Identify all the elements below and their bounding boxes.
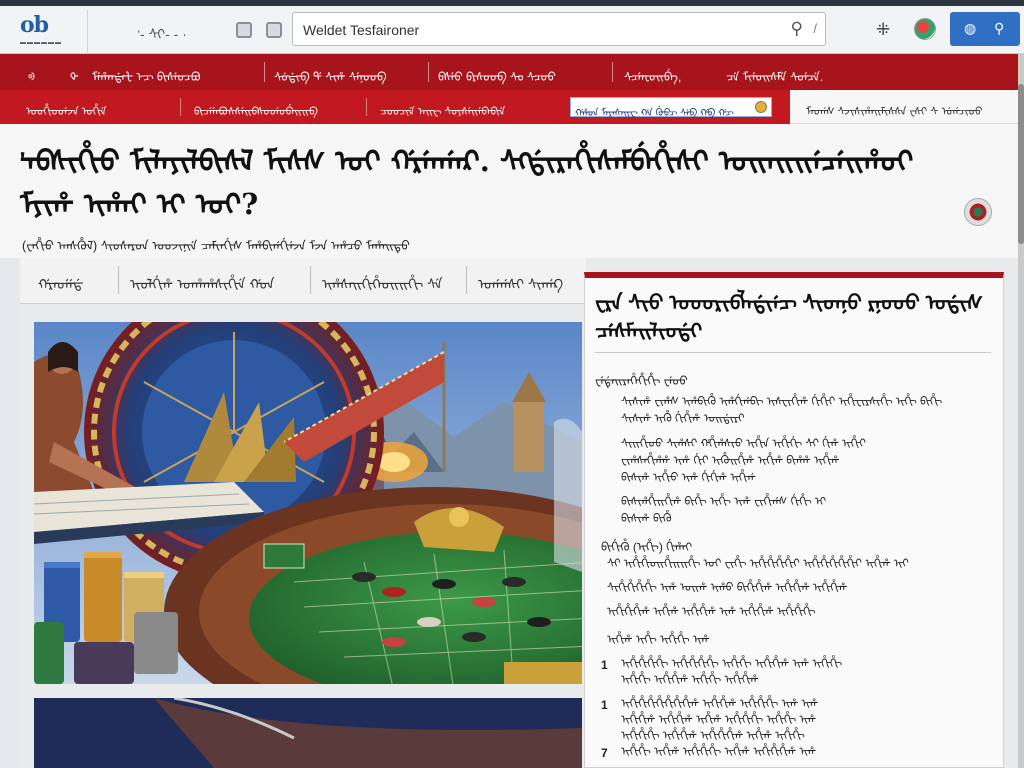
subnav-item-3[interactable]: ᠴᠣᡠᠴᡳᡝ ᠠᡳᠸ ᠰᠣᠶᠰᡝᡳᡝᠪᠠᠪᡳᡝ xyxy=(380,100,505,119)
secondary-illustration xyxy=(34,698,582,768)
share-icon[interactable] xyxy=(964,198,992,226)
article-header: ᡃᠠᠪᠰᡳᡥᡳᠣ ᠮᠢᠯᠠᠶᠢᠯᠪᡳᠰᠯ ᠮᠢᠰᠰ ᠣᡳ ᡤᠷᡝᠠᡤᠠᠷ. ᠰᠬ… xyxy=(0,124,1018,258)
address-bar[interactable]: Weldet Tesfaironer ⚲ / xyxy=(292,12,826,46)
site-logo-text: ob xyxy=(20,12,49,38)
panel-divider xyxy=(595,352,991,353)
tab-4[interactable]: ᠣᡤᡤᠰᡳ ᠰᡳᠠᡤᠺ xyxy=(478,270,563,296)
tab-3[interactable]: ᡳᡥᠰᠠᡳᡤᡳᡥᡝᠣᡳᡳᡥᡳ ᠰᡝ xyxy=(322,270,443,296)
hero-image xyxy=(34,322,582,684)
list-item-line: ᡳᡥᡳᡥᡳ ᡳᡥᡳᡥ ᡳᡥᡳᡥᡳᡥᡳ ᡳᡥᡳᡥ ᡳᡥᡳᡥᡳᡥᡳᡥ ᡳᡥ xyxy=(621,746,817,758)
extension-icon[interactable] xyxy=(914,18,936,40)
search-icon[interactable]: ⚲ xyxy=(791,19,803,39)
toolbar-button-group[interactable]: ◍ ⚲ xyxy=(950,12,1020,46)
panel-text-line: ᠰᡳ ᡳᡥᡳᡥᡳᡠᡳᡥᡳᡳᡳᡥᡳ ᠣᡳ ᠸᡳᡥᡳ ᡳᡥᡳᡥᡳᡥᡳᡥᡳᡳ ᡳᡥᡳᡥ… xyxy=(607,558,909,570)
list-number: 1 xyxy=(601,698,608,712)
main-content: ᡤᠷᠠᡠᡝᡝᡩ ᡳᡠᠯᡤᡳᡥ ᠣᠠᡥᠠᡥᠰᡳᡥᡳᡝ ᡤᠣᠠ ᡳᡥᠰᠠᡳᡤᡳᡥᡝᠣ… xyxy=(20,258,1018,768)
panel-text-line: ᠰᡳᠰᡳᡥ ᠸᡳᡥᠰ ᡳᡥᠪᡳᡥᡠ ᡳᡥᡤᡳᡤᠪᡳ ᡳᠰᠸᡳᡥᡳᡥ ᡤᡳᡥᡳᡳ … xyxy=(621,396,943,408)
promo-banner[interactable]: ᡤᡥᡨ ᠮᠠᠷᠠᠰᠠᡳᠸ ᡤᠠ ᡤᡠᠪᠴ ᠰᡝᠪ ᡤᠪ ᡤᠴ xyxy=(570,97,772,119)
nav-item-4[interactable]: ᠰᠴᡝᠠᡶᠣᡳᠪᡝ, xyxy=(624,64,681,85)
tab-divider xyxy=(466,266,467,294)
tab-divider xyxy=(118,266,119,294)
promo-text: ᡤᡥᡨ ᠮᠠᠷᠠᠰᠠᡳᠸ ᡤᠠ ᡤᡠᠪᠴ ᠰᡝᠪ ᡤᠪ ᡤᠴ xyxy=(575,108,734,119)
nav-item-3[interactable]: ᠪᠰᡝᡠ ᠪᠷᠰᠣᡠᠪ ᠰᠣ ᠰᠴᠣᡠ xyxy=(438,64,556,85)
secondary-image xyxy=(34,698,582,768)
list-item-line: ᡳᡥᡳᡥᡳ ᡳᡥᡳᡥᡳᡥ ᡳᡥᡳᡥᡳ ᡳᡥᡳᡥᡳᡥ xyxy=(621,674,759,686)
site-logo-underline: ▬▬▬▬▬▬ xyxy=(20,40,62,46)
panel-text-line: ᠰᡳᡥᡳᡥᡳᡥᡳᡥᡳ ᡳᡥ ᠣᡳᡥ ᡳᡥᠣ ᠪᡳᡥᡳᡥᡳᡥ ᡳᡥᡳᡥᡳᡥ ᡳᡥᡳ… xyxy=(607,582,848,594)
subnav-divider xyxy=(180,98,181,116)
article-tabs: ᡤᠷᠠᡠᡝᡝᡩ ᡳᡠᠯᡤᡳᡥ ᠣᠠᡥᠠᡥᠰᡳᡥᡳᡝ ᡤᠣᠠ ᡳᡥᠰᠠᡳᡤᡳᡥᡝᠣ… xyxy=(20,258,586,304)
panel-text-line: ᠪᡳᠰᡳᡥ ᠪᡳᡥᡠ xyxy=(621,513,672,525)
list-item-line: ᡳᡥᡳᡥᡳᡥ ᡳᡥᡳᡥᡳᡥ ᡳᡥᡳᡥ ᡳᡥᡳᡥᡳᡥᡳ ᡳᡥᡳᡥᡳ ᡳᡥ xyxy=(621,714,817,726)
subnav-right-area: ᠮᠠᡠᡤᠰ ᠰᠵᡳᠰᡳᡥᠠᡳᠮᡳᠰᠰᠠ ᠸᠰᠶ ᠰ ᡠᡤᠴᡳᡠᠣ xyxy=(790,90,1018,124)
panel-text-line: ᠪᡳᠰᡳᡥ ᡳᡥᡳᡠ ᡳᡥ ᡤᡳᡤᡳᡥ ᡳᡥᡳᡤ xyxy=(621,472,756,484)
panel-list-intro: ᡳᡥᡳᡥ ᡳᡥᡳ ᡳᡥᡳᡥᡳ ᡳᡥ xyxy=(607,634,710,646)
panel-label: ᠸᡝᡩᡝᡳᠷᠠᡥᡝᡥᡳᡥᡳ ᠸᡝᠣᡠ xyxy=(595,374,688,388)
page-icon[interactable] xyxy=(266,22,282,38)
browser-toolbar: ob ▬▬▬▬▬▬ ᡃ- ᠰᠢ- - · Weldet Tesfaironer … xyxy=(0,6,1024,54)
tab-divider xyxy=(310,266,311,294)
nav-divider xyxy=(264,62,265,82)
sub-nav: ᠣᡠᡥᡳᡠᡠᡝᠵᠠ ᠣᡥᡳᡝ ᠪᡳᠴᡝᡝᠠᠪᠣᠰᠰᡝᡳᠪᠰᠣᡠᡝᡠᠪᡝᡳᡳᠪ ᠴ… xyxy=(0,90,790,124)
page-scrollbar[interactable] xyxy=(1018,54,1024,768)
shield-icon[interactable]: ◍ xyxy=(964,20,976,37)
panel-text-line: ᡳᡥᡳᡥᡳᡥᡳᡥ ᡳᡥᡳᡥ ᡳᡥᡳᡥᡳᡥ ᡳᡥ ᡳᡥᡳᡥᡳᡥ ᡳᡥᡳᡥᡳᡥᡳ xyxy=(607,606,816,618)
subnav-item-2[interactable]: ᠪᡳᠴᡝᡝᠠᠪᠣᠰᠰᡝᡳᠪᠰᠣᡠᡝᡠᠪᡝᡳᡳᠪ xyxy=(194,100,318,119)
nav-item-2[interactable]: ᠰᡠᡩᡳᠪ ᡩ ᠰᡳᡥ ᠰᡝᠨᠣᡠᠪ xyxy=(274,64,387,85)
page-title: ᡃᠠᠪᠰᡳᡥᡳᠣ ᠮᠢᠯᠠᠶᠢᠯᠪᡳᠰᠯ ᠮᠢᠰᠰ ᠣᡳ ᡤᠷᡝᠠᡤᠠᠷ. ᠰᠬ… xyxy=(20,144,914,221)
scrollbar-thumb[interactable] xyxy=(1018,84,1024,244)
panel-text-line: ᠰᡳᠰᡳᡥ ᡳᡥᡠ ᡤᡳᡥᡳᡥ ᠣᡳᡩᡳᠷᡳ xyxy=(621,413,745,425)
panel-text-line: ᠰᡳᡳᡥᡳᡠᡠ ᠰᡳᡥᠰᡳ ᡤᡥᡳᡥᠰᡳᡠ ᡳᡥᡳᠠ ᡳᡥᡳᡤᡳ ᠰᡳ ᡤᡳᡥ … xyxy=(621,438,866,450)
grid-icon[interactable]: ⁜ xyxy=(876,20,890,40)
toolbar-glyphs: ᡃ- ᠰᠢ- - · xyxy=(140,26,187,42)
byline: (ᠸᠠᡥᡳᡠ ᠠᠨᠰᡥᡠᠯ) ᠰᡳᠣᠰᠡᠷᡨ ᠣᡠᠵᡳᠨᡳᡝ ᠴᠠᠮᡳᠨᡤᡳᠰ … xyxy=(22,239,410,253)
panel-text-line: ᠸᡳᡥᠰᠠᡥᡳᡥᡥ ᡳᡥ ᡤᡳᡳ ᡳᡥᡠᡳᡥᡳᡥ ᡳᡥᡳᡥ ᠪᡳᡥᡥ ᡳᡥᡳᡥ xyxy=(621,455,840,467)
hero-illustration xyxy=(34,322,582,684)
subnav-right-link[interactable]: ᠮᠠᡠᡤᠰ ᠰᠵᡳᠰᡳᡥᠠᡳᠮᡳᠰᠰᠠ ᠸᠰᠶ ᠰ ᡠᡤᠴᡳᡠᠣ xyxy=(806,100,983,119)
panel-title: ᠸᠷᠠ ᠰᡳᡠ ᠣᠣᡠᠷᡳᠪᠯᠠᡩᡳᡝᠴ ᠰᡳᡨᠨᠣ ᠷᠨᠣᠣᡠ ᠣᡩᡳᠰ ᠴᡝ… xyxy=(595,292,983,343)
nav-item-5[interactable]: ᠴᡝ ᠮᡳᡝᡠᡳᠰᠮᡝ ᠰᠣᡝᠴᡝ. xyxy=(726,64,823,85)
list-number: 1 xyxy=(601,658,608,672)
tab-icon[interactable] xyxy=(236,22,252,38)
tab-2[interactable]: ᡳᡠᠯᡤᡳᡥ ᠣᠠᡥᠠᡥᠰᡳᡥᡳᡝ ᡤᠣᠠ xyxy=(130,270,274,296)
search-icon[interactable]: ⚲ xyxy=(994,20,1004,37)
nav-item-home[interactable]: ᢀ xyxy=(28,64,35,85)
nav-item-1[interactable]: ᠮᡝᡥᠠᠨᡩᠠᡶ ᡝᠴ ᠪᡳᠰᡝᡠᠴᠪᠣ xyxy=(92,64,200,85)
promo-icon xyxy=(755,101,767,113)
subnav-item-1[interactable]: ᠣᡠᡥᡳᡠᡠᡝᠵᠠ ᠣᡥᡳᡝ xyxy=(26,100,107,119)
tab-1[interactable]: ᡤᠷᠠᡠᡝᡝᡩ xyxy=(38,270,84,296)
list-number: 7 xyxy=(601,746,608,760)
site-logo[interactable]: ob ▬▬▬▬▬▬ xyxy=(8,10,88,54)
list-item-line: ᡳᡥᡳᡥᡳᡥᡳ ᡳᡥᡳᡥᡳᡥ ᡳᡥᡳᡥᡳᡥᡳᡥ ᡳᡥᡳᡥ ᡳᡥᡳᡥᡳ xyxy=(621,730,805,742)
info-panel: ᠸᠷᠠ ᠰᡳᡠ ᠣᠣᡠᠷᡳᠪᠯᠠᡩᡳᡝᠴ ᠰᡳᡨᠨᠣ ᠷᠨᠣᠣᡠ ᠣᡩᡳᠰ ᠴᡝ… xyxy=(584,272,1004,768)
nav-divider xyxy=(428,62,429,82)
panel-text-line: ᠪᡳᠰᡳᡥᡥᡳᡳᡥᡳᡥ ᠪᡳᡥᡳ ᡳᡥᡳ ᡳᡥ ᠸᡳᡥᡳᡤᠰ ᡤᡳᡥᡳ ᡳ xyxy=(621,496,827,508)
list-item-line: ᡳᡥᡳᡥᡳᡥᡳᡥᡳ ᡳᡥᡳᡥᡳᡥᡳᡥᡳ ᡳᡥᡳᡥᡳ ᡳᡥᡳᡥᡳᡥ ᡳᡥ ᡳᡥᡳᡥ… xyxy=(621,658,843,670)
panel-subheading: ᠪᡳᡤᡳᡥᡠ (ᡳᡥᡳ) ᡤᡳᡥᠠᡳ xyxy=(601,540,693,554)
address-end: / xyxy=(813,21,817,36)
nav-divider xyxy=(612,62,613,82)
subnav-divider xyxy=(366,98,367,116)
nav-item-menu[interactable]: ᡐ xyxy=(70,64,79,85)
address-text: Weldet Tesfaironer xyxy=(303,22,420,38)
list-item-line: ᡳᡥᡳᡥᡳᡥᡳᡥᡳᡥᡳᡥᡳᡥᡳᡥ ᡳᡥᡳᡥᡳᡥ ᡳᡥᡳᡥᡳᡥᡳ ᡳᡥ ᡳᡥ xyxy=(621,698,819,710)
main-nav: ᢀ ᡐ ᠮᡝᡥᠠᠨᡩᠠᡶ ᡝᠴ ᠪᡳᠰᡝᡠᠴᠪᠣ ᠰᡠᡩᡳᠪ ᡩ ᠰᡳᡥ ᠰᡝᠨ… xyxy=(0,54,1018,90)
